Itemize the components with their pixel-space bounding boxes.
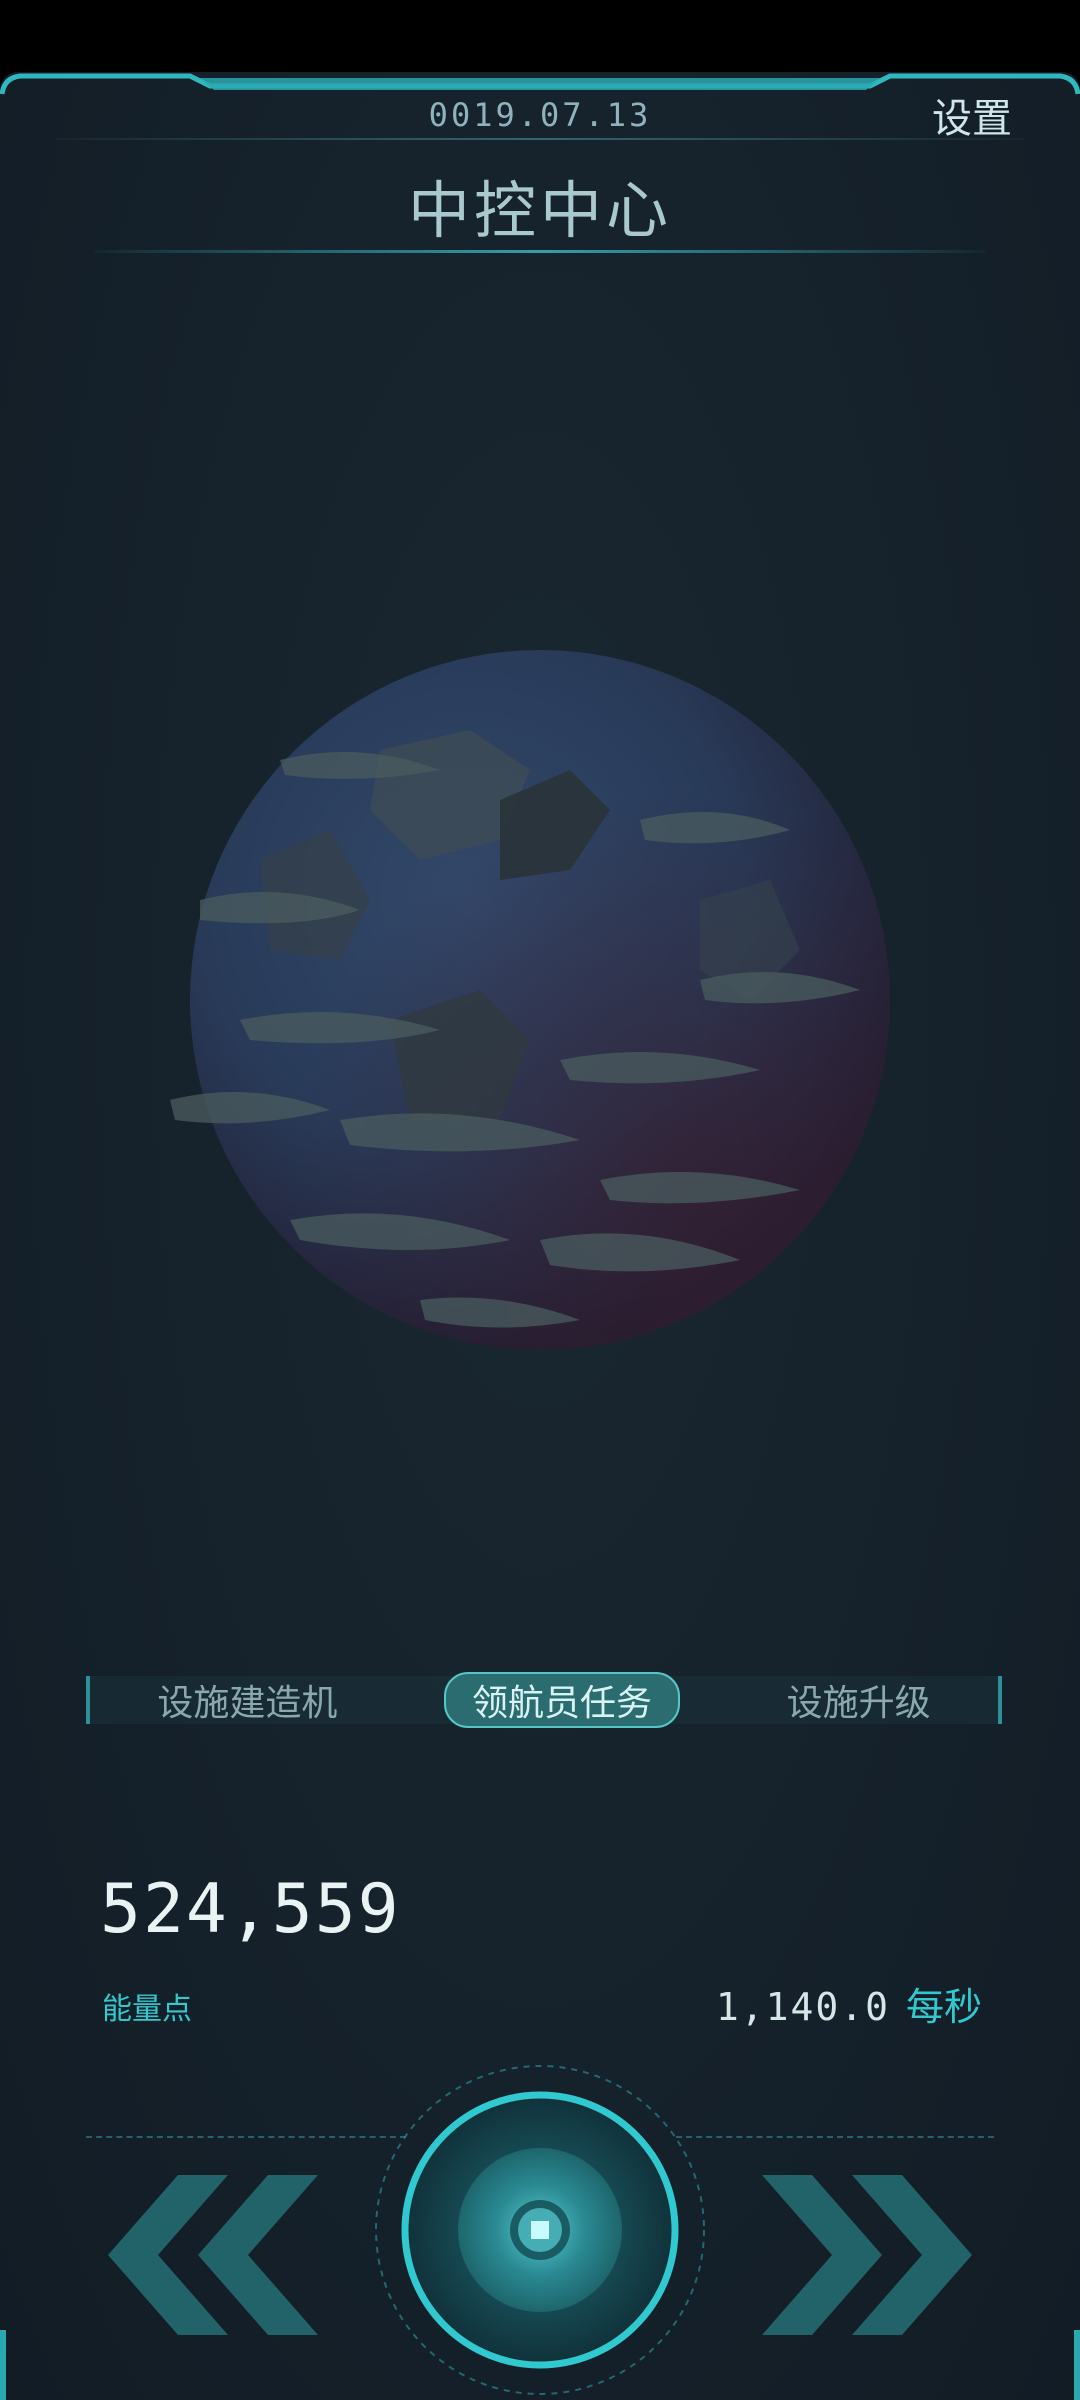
- energy-label: 能量点: [102, 1992, 192, 2027]
- planet-image[interactable]: [140, 600, 940, 1400]
- header-divider: [56, 138, 1024, 140]
- right-frame-edge: [1074, 2330, 1080, 2400]
- rate-unit: 每秒: [905, 1985, 982, 2029]
- game-date: 0019.07.13: [428, 96, 652, 134]
- right-dashed-line: [676, 2136, 994, 2138]
- left-frame-edge: [0, 2330, 6, 2400]
- tab-bar: 设施建造机 领航员任务 设施升级: [86, 1672, 1002, 1728]
- double-chevron-right-icon[interactable]: [752, 2170, 982, 2340]
- energy-value: 524,559: [100, 1870, 401, 1949]
- tab-facility-upgrade[interactable]: 设施升级: [759, 1672, 959, 1728]
- double-chevron-left-icon[interactable]: [98, 2170, 328, 2340]
- page-title: 中控中心: [407, 174, 672, 247]
- title-divider: [95, 250, 985, 253]
- energy-rate: 1,140.0 每秒: [716, 1976, 982, 2031]
- left-dashed-line: [86, 2136, 406, 2138]
- settings-button[interactable]: 设置: [932, 86, 1012, 144]
- tab-facility-builder[interactable]: 设施建造机: [129, 1672, 365, 1728]
- tab-navigator-missions[interactable]: 领航员任务: [443, 1672, 680, 1728]
- game-screen: 0019.07.13 设置 中控中心 设施建造机 领航员任务 设施升级 524,…: [0, 0, 1080, 2400]
- rate-value: 1,140.0: [715, 1985, 890, 2029]
- core-button-icon[interactable]: [370, 2060, 710, 2400]
